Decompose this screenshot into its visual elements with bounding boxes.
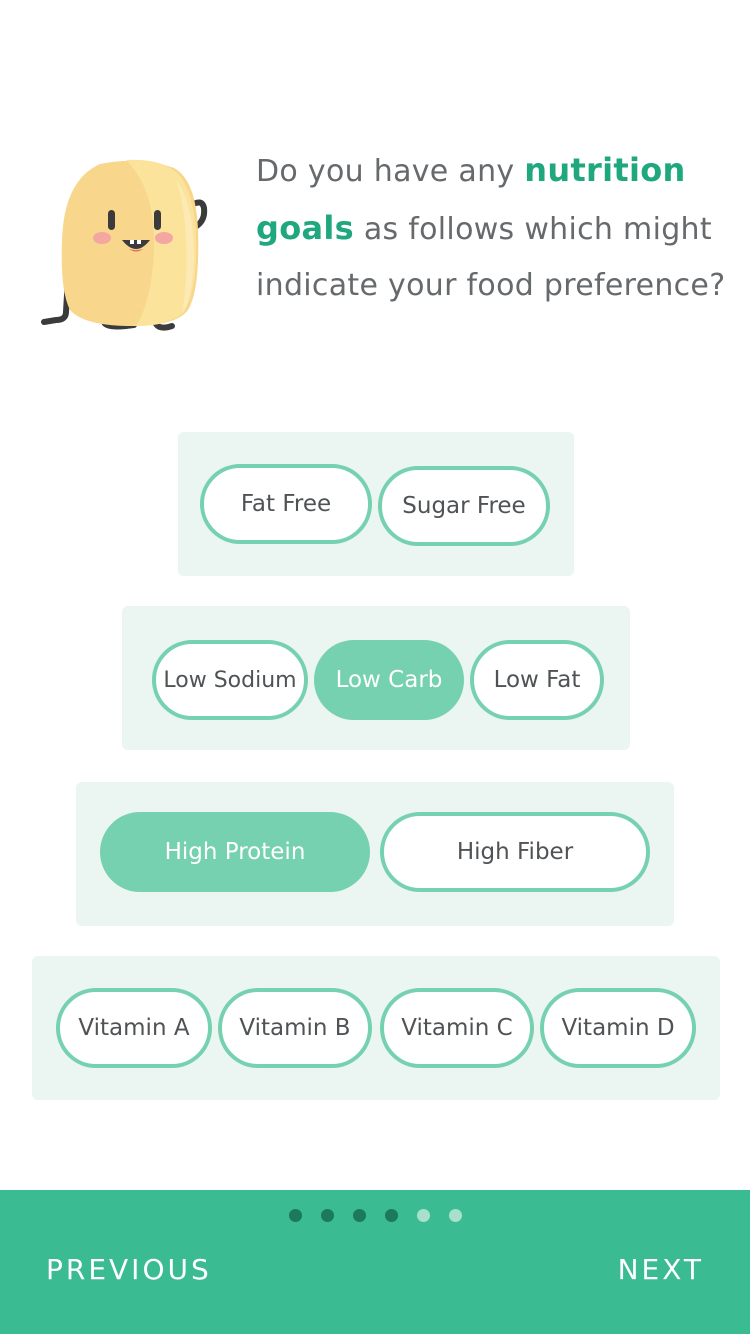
option-row-1: Fat Free Sugar Free (178, 432, 574, 576)
potato-mascot-icon (41, 159, 208, 331)
chip-low-fat[interactable]: Low Fat (470, 640, 604, 720)
question-text: Do you have any nutrition goals as follo… (256, 142, 726, 314)
option-row-2: Low Sodium Low Carb Low Fat (122, 606, 630, 750)
page-dot (353, 1209, 366, 1222)
option-row-4: Vitamin A Vitamin B Vitamin C Vitamin D (32, 956, 720, 1100)
footer-nav-bar: PREVIOUS NEXT (0, 1190, 750, 1334)
chip-vitamin-d[interactable]: Vitamin D (540, 988, 696, 1068)
chip-low-carb[interactable]: Low Carb (314, 640, 464, 720)
chip-high-protein[interactable]: High Protein (100, 812, 370, 892)
page-dot (449, 1209, 462, 1222)
chip-high-fiber[interactable]: High Fiber (380, 812, 650, 892)
page-dot (289, 1209, 302, 1222)
chip-vitamin-b[interactable]: Vitamin B (218, 988, 372, 1068)
chip-fat-free[interactable]: Fat Free (200, 464, 372, 544)
page-dot (321, 1209, 334, 1222)
page-dot (417, 1209, 430, 1222)
chip-vitamin-c[interactable]: Vitamin C (380, 988, 534, 1068)
pagination-dots (0, 1209, 750, 1223)
option-row-3: High Protein High Fiber (76, 782, 674, 926)
chip-low-sodium[interactable]: Low Sodium (152, 640, 308, 720)
next-button[interactable]: NEXT (618, 1248, 704, 1292)
chip-sugar-free[interactable]: Sugar Free (378, 466, 550, 546)
chip-vitamin-a[interactable]: Vitamin A (56, 988, 212, 1068)
previous-button[interactable]: PREVIOUS (46, 1248, 212, 1292)
question-prefix: Do you have any (256, 154, 525, 189)
page-dot (385, 1209, 398, 1222)
